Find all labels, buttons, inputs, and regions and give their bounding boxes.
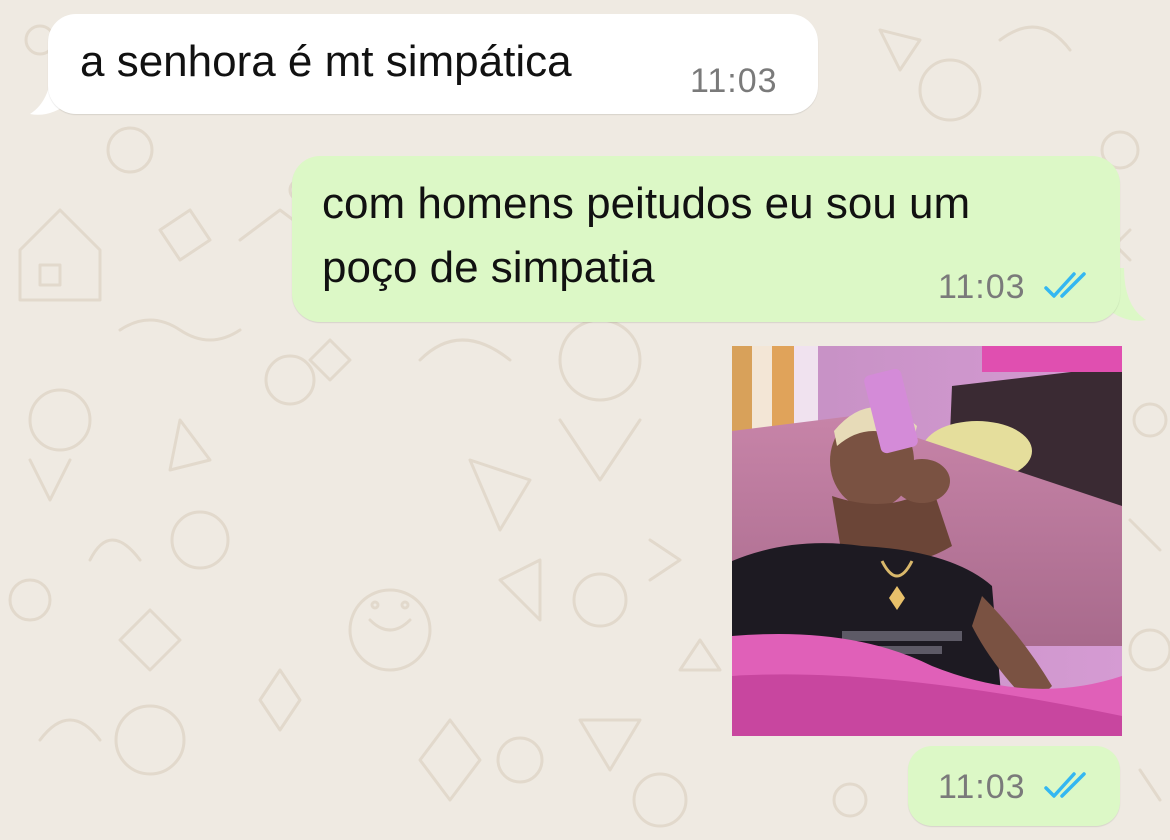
- shared-photo[interactable]: [732, 346, 1122, 736]
- outgoing-message-bubble[interactable]: com homens peitudos eu sou um poço de si…: [292, 156, 1120, 322]
- outgoing-message-line-2: poço de simpatia: [322, 243, 655, 292]
- incoming-message-text: a senhora é mt simpática: [80, 37, 572, 86]
- incoming-message-bubble[interactable]: a senhora é mt simpática 11:03: [48, 14, 818, 114]
- double-check-icon: [1044, 772, 1086, 798]
- outgoing-message-time: 11:03: [938, 268, 1026, 306]
- incoming-message-time: 11:03: [690, 62, 778, 100]
- double-check-icon: [1044, 272, 1086, 298]
- outgoing-message-line-1: com homens peitudos eu sou um: [322, 179, 971, 228]
- image-message-time: 11:03: [938, 768, 1026, 806]
- photo-content: [732, 346, 1122, 736]
- image-timestamp-bubble: 11:03: [908, 746, 1120, 826]
